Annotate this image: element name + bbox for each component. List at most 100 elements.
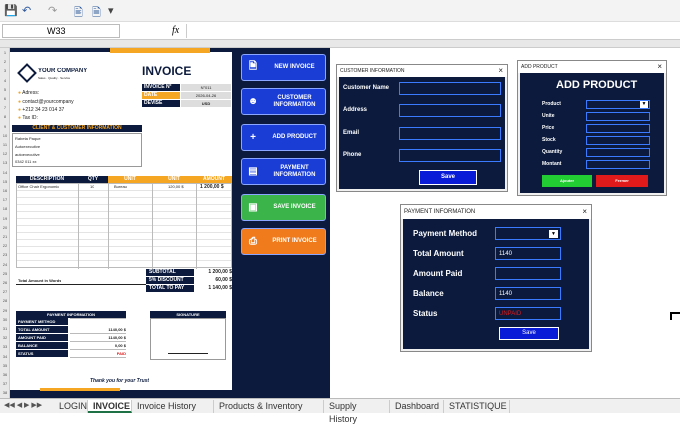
tab-nav-icon[interactable]: ◀◀ ◀ ▶ ▶▶ bbox=[4, 401, 42, 409]
row-number[interactable]: 27 bbox=[0, 289, 10, 294]
tab-invoice[interactable]: INVOICE bbox=[88, 400, 132, 413]
row-number[interactable]: 16 bbox=[0, 188, 10, 193]
new-document-icon[interactable]: 🗎 bbox=[92, 4, 101, 23]
row-number[interactable]: 36 bbox=[0, 372, 10, 377]
product-field-input[interactable] bbox=[586, 124, 650, 133]
customer-name-label: Customer Name bbox=[343, 85, 390, 91]
chevron-down-icon[interactable]: ▼ bbox=[640, 101, 648, 108]
row-number[interactable]: 33 bbox=[0, 344, 10, 349]
pay-row-label: TOTAL AMOUNT bbox=[16, 326, 68, 333]
customer-save-button[interactable]: Save bbox=[419, 170, 477, 185]
undo-icon[interactable]: ↶ bbox=[22, 4, 31, 17]
row-number[interactable]: 30 bbox=[0, 317, 10, 322]
save-invoice-button[interactable]: ▣ SAVE INVOICE bbox=[241, 194, 326, 221]
name-box[interactable]: W33 bbox=[2, 24, 120, 38]
pay-row-label: BALANCE bbox=[16, 342, 68, 349]
print-preview-icon[interactable]: 🖹 bbox=[74, 4, 83, 23]
tab-products-inventory[interactable]: Products & Inventory bbox=[214, 400, 324, 413]
redo-icon[interactable]: ↷ bbox=[48, 4, 57, 17]
product-field-input[interactable] bbox=[586, 148, 650, 157]
row-number[interactable]: 31 bbox=[0, 326, 10, 331]
devise-label: DEVISE bbox=[142, 100, 180, 107]
company-tagline: Sales · Quality · Service bbox=[38, 76, 71, 80]
product-field-input[interactable]: ▼ bbox=[586, 100, 650, 109]
invoice-no-value: N°011 bbox=[181, 84, 231, 91]
tab-dashboard[interactable]: Dashboard bbox=[390, 400, 444, 413]
row-number[interactable]: 6 bbox=[0, 96, 10, 101]
row-number[interactable]: 35 bbox=[0, 363, 10, 368]
item-description: Office Chair Ergonomic bbox=[18, 184, 60, 189]
row-number[interactable]: 12 bbox=[0, 151, 10, 156]
formula-input[interactable] bbox=[186, 24, 680, 38]
row-number[interactable]: 37 bbox=[0, 381, 10, 386]
row-number[interactable]: 10 bbox=[0, 133, 10, 138]
close-icon[interactable]: × bbox=[498, 65, 503, 77]
row-number[interactable]: 1 bbox=[0, 50, 10, 55]
customer-information-button[interactable]: ☻ CUSTOMER INFORMATION bbox=[241, 88, 326, 115]
item-unit: Bureau bbox=[114, 184, 127, 189]
add-product-button[interactable]: + ADD PRODUCT bbox=[241, 124, 326, 151]
product-field-input[interactable] bbox=[586, 160, 650, 169]
payment-field-input[interactable]: UNPAID bbox=[495, 307, 561, 320]
close-icon[interactable]: × bbox=[582, 205, 587, 219]
row-number[interactable]: 15 bbox=[0, 179, 10, 184]
print-invoice-button[interactable]: ⎙ PRINT INVOICE bbox=[241, 228, 326, 255]
payment-field-input[interactable] bbox=[495, 267, 561, 280]
cursor-mark bbox=[670, 312, 680, 320]
total-value: 1 140,00 $ bbox=[208, 285, 232, 291]
product-field-input[interactable] bbox=[586, 136, 650, 145]
fermer-button[interactable]: Fermer bbox=[596, 175, 648, 187]
ajouter-button[interactable]: Ajouter bbox=[542, 175, 592, 187]
product-field-label: Product bbox=[542, 101, 561, 107]
close-icon[interactable]: × bbox=[657, 61, 662, 73]
row-number[interactable]: 28 bbox=[0, 298, 10, 303]
row-number[interactable]: 32 bbox=[0, 335, 10, 340]
row-number[interactable]: 22 bbox=[0, 243, 10, 248]
row-number[interactable]: 14 bbox=[0, 170, 10, 175]
row-number[interactable]: 11 bbox=[0, 142, 10, 147]
payment-save-button[interactable]: Save bbox=[499, 327, 559, 340]
phone-input[interactable] bbox=[399, 149, 501, 162]
tab-statistique[interactable]: STATISTIQUE bbox=[444, 400, 510, 413]
row-number[interactable]: 34 bbox=[0, 354, 10, 359]
row-number[interactable]: 17 bbox=[0, 197, 10, 202]
row-number[interactable]: 3 bbox=[0, 68, 10, 73]
row-number[interactable]: 5 bbox=[0, 87, 10, 92]
row-number[interactable]: 26 bbox=[0, 280, 10, 285]
address-input[interactable] bbox=[399, 104, 501, 117]
row-number[interactable]: 8 bbox=[0, 114, 10, 119]
customer-name-input[interactable] bbox=[399, 82, 501, 95]
email-input[interactable] bbox=[399, 127, 501, 140]
row-number[interactable]: 20 bbox=[0, 225, 10, 230]
bottom-orange bbox=[40, 388, 120, 391]
row-number[interactable]: 4 bbox=[0, 78, 10, 83]
customize-icon[interactable]: ▾ bbox=[108, 4, 114, 17]
new-invoice-button[interactable]: 🗎 NEW INVOICE bbox=[241, 54, 326, 81]
row-number[interactable]: 19 bbox=[0, 216, 10, 221]
tab-supply-history[interactable]: Supply History bbox=[324, 400, 390, 424]
row-number[interactable]: 21 bbox=[0, 234, 10, 239]
row-number[interactable]: 2 bbox=[0, 59, 10, 64]
row-number[interactable]: 29 bbox=[0, 308, 10, 313]
payment-dialog-titlebar: PAYMENT INFORMATION × bbox=[401, 205, 591, 219]
row-number[interactable]: 7 bbox=[0, 105, 10, 110]
tab-invoice-history[interactable]: Invoice History bbox=[132, 400, 214, 413]
product-field-input[interactable] bbox=[586, 112, 650, 121]
payment-field-label: Payment Method bbox=[413, 229, 478, 238]
payment-field-input[interactable]: 1140 bbox=[495, 247, 561, 260]
item-price: 120,00 $ bbox=[168, 184, 184, 189]
tab-login[interactable]: LOGIN bbox=[54, 400, 88, 413]
row-number[interactable]: 25 bbox=[0, 271, 10, 276]
row-number[interactable]: 18 bbox=[0, 206, 10, 211]
payment-field-input[interactable]: 1140 bbox=[495, 287, 561, 300]
payment-field-input[interactable]: ▼ bbox=[495, 227, 561, 240]
chevron-down-icon[interactable]: ▼ bbox=[549, 230, 558, 238]
row-number[interactable]: 24 bbox=[0, 262, 10, 267]
row-number[interactable]: 13 bbox=[0, 160, 10, 165]
save-icon[interactable]: 💾 bbox=[4, 4, 18, 17]
payment-information-button[interactable]: ▤ PAYMENT INFORMATION bbox=[241, 158, 326, 185]
row-number[interactable]: 23 bbox=[0, 252, 10, 257]
row-number[interactable]: 9 bbox=[0, 124, 10, 129]
row-number[interactable]: 38 bbox=[0, 390, 10, 395]
company-name: YOUR COMPANY bbox=[38, 68, 88, 74]
